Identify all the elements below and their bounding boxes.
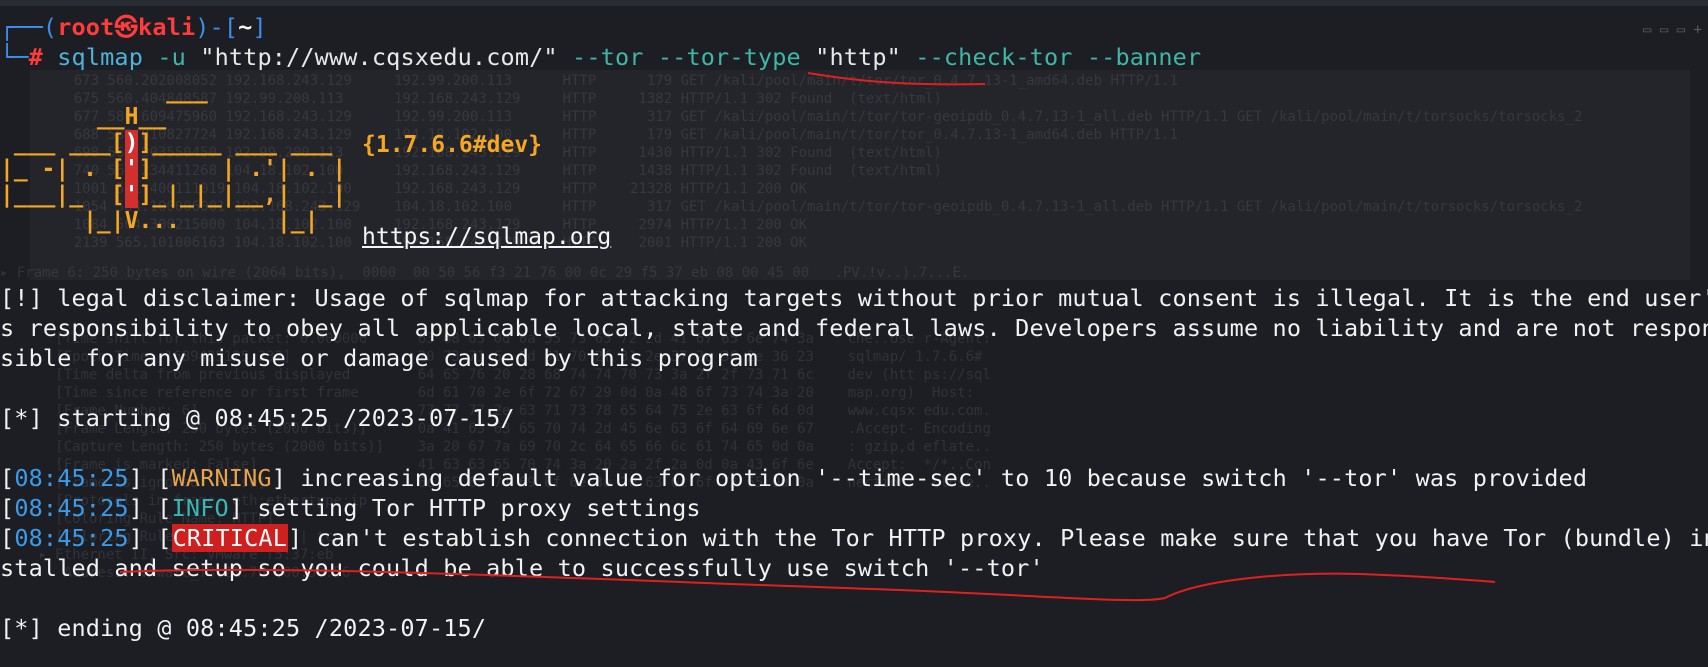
command-program: sqlmap bbox=[57, 43, 144, 71]
sqlmap-version: {1.7.6.6#dev} bbox=[362, 132, 543, 158]
window-controls: ▭ ▭ ▭ + bbox=[1642, 22, 1702, 38]
command-flag-tor: --tor bbox=[572, 43, 644, 71]
terminal-window[interactable]: ▭ ▭ ▭ + 673 560.202008052 192.168.243.12… bbox=[0, 0, 1708, 667]
disclaimer-line-1: [!] legal disclaimer: Usage of sqlmap fo… bbox=[0, 284, 1708, 312]
prompt-corner-top: ┌──( bbox=[0, 13, 58, 41]
prompt-user-host: root㉿kali bbox=[57, 13, 196, 41]
log-timestamp: 08:45:25 bbox=[14, 494, 129, 522]
log-line-warning: [08:45:25] [WARNING] increasing default … bbox=[0, 464, 1588, 492]
log-line-info: [08:45:25] [INFO] setting Tor HTTP proxy… bbox=[0, 494, 701, 522]
disclaimer-line-2: s responsibility to obey all applicable … bbox=[0, 314, 1708, 342]
disclaimer-line-3: sible for any misuse or damage caused by… bbox=[0, 344, 758, 372]
log-message: setting Tor HTTP proxy settings bbox=[243, 494, 701, 522]
sqlmap-ascii-logo: ___ __H__ ___ ___[)]_____ ___ ___ |_ -| … bbox=[0, 78, 347, 234]
log-message: increasing default value for option '--t… bbox=[286, 464, 1588, 492]
prompt-corner-bottom: └─ bbox=[0, 43, 29, 71]
prompt-mid: )-[ bbox=[195, 13, 239, 41]
command-url-arg: "http://www.cqsxedu.com/" bbox=[200, 43, 558, 71]
ending-line: [*] ending @ 08:45:25 /2023-07-15/ bbox=[0, 614, 487, 642]
log-message: can't establish connection with the Tor … bbox=[302, 524, 1708, 552]
log-line-critical: [08:45:25] [CRITICAL] can't establish co… bbox=[0, 523, 1708, 553]
log-timestamp: 08:45:25 bbox=[14, 464, 129, 492]
log-level-warning: WARNING bbox=[171, 464, 272, 492]
log-level-critical: CRITICAL bbox=[171, 524, 288, 552]
command-line[interactable]: └─# sqlmap -u "http://www.cqsxedu.com/" … bbox=[0, 42, 1201, 72]
prompt-end: ] bbox=[252, 13, 267, 41]
ghost-text: ▸ Frame 6: 250 bytes on wire (2064 bits)… bbox=[0, 265, 970, 281]
starting-line: [*] starting @ 08:45:25 /2023-07-15/ bbox=[0, 404, 515, 432]
log-timestamp: 08:45:25 bbox=[14, 524, 129, 552]
sqlmap-site-link[interactable]: https://sqlmap.org bbox=[362, 224, 611, 250]
prompt-line: ┌──(root㉿kali)-[~] bbox=[0, 12, 267, 42]
tab-bar bbox=[0, 0, 1708, 6]
command-tor-type-value: "http" bbox=[815, 43, 901, 71]
prompt-hash: # bbox=[28, 43, 43, 71]
prompt-directory: ~ bbox=[238, 13, 253, 41]
command-flag-tor-type: --tor-type bbox=[657, 43, 801, 71]
command-flag-u: -u bbox=[157, 43, 186, 71]
command-flag-check-tor: --check-tor bbox=[915, 43, 1073, 71]
log-level-info: INFO bbox=[171, 494, 229, 522]
command-flag-banner: --banner bbox=[1086, 43, 1202, 71]
log-line-critical-continued: stalled and setup so you could be able t… bbox=[0, 554, 1044, 582]
